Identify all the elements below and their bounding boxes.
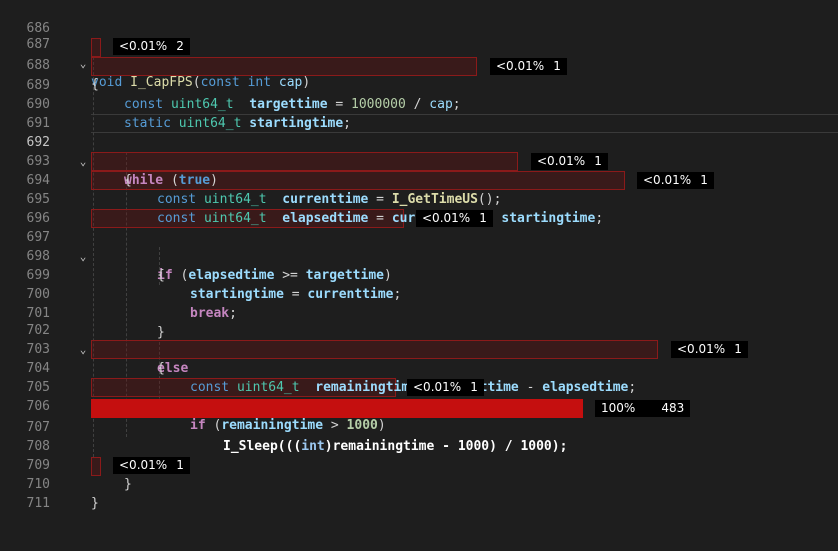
code-line: 708 } [0, 418, 838, 473]
code-line: 694 const uint64_t currenttime = I_GetTi… [0, 152, 838, 207]
hit-badge-695: <0.01% 1 [637, 172, 714, 189]
code-line: 711 [0, 475, 838, 511]
hit-badge-694: <0.01% 1 [531, 153, 608, 170]
code-line: 699 startingtime = currenttime; [0, 247, 838, 302]
hit-badge-697: <0.01% 1 [416, 210, 493, 227]
code-editor[interactable]: 686 687 ⌄ void I_CapFPS(const int cap) 6… [0, 0, 838, 511]
code-line: 710 } <0.01% 1 [0, 456, 838, 511]
code-line: 687 ⌄ void I_CapFPS(const int cap) [0, 16, 838, 90]
code-line: 689 const uint64_t targettime = 1000000 … [0, 57, 838, 112]
code-line: 690 static uint64_t startingtime; [0, 76, 838, 131]
code-line: 704 const uint64_t remainingtime = targe… [0, 340, 838, 395]
hit-badge-689: <0.01% 1 [490, 58, 567, 75]
code-line: 702 ⌄ else [0, 302, 838, 376]
code-line: 703 { [0, 321, 838, 376]
code-line: 700 break; [0, 266, 838, 321]
hit-badge-710: <0.01% 1 [113, 457, 190, 474]
code-line: 695 const uint64_t elapsedtime = current… [0, 171, 838, 226]
code-line: 706 if (remainingtime > 1000) <0.01% 1 [0, 378, 838, 433]
code-line: 705 [0, 359, 838, 395]
code-line: 693 { [0, 133, 838, 188]
code-line-hot: 707 I_Sleep(((int)remainingtime - 1000) … [0, 399, 838, 454]
code-line: 688 { <0.01% 2 [0, 37, 838, 92]
code-line: 709 } [0, 437, 838, 492]
code-line: 698 { [0, 228, 838, 283]
line-number: 711 [26, 496, 50, 511]
hit-badge-706: <0.01% 1 [407, 379, 484, 396]
hit-badge-704: <0.01% 1 [671, 341, 748, 358]
code-line: 696 [0, 190, 838, 226]
code-line: 691 [0, 95, 838, 131]
hit-badge-707: 100% 483 [595, 400, 691, 417]
hit-badge-688: <0.01% 2 [113, 38, 190, 55]
code-line: 692 ⌄ while (true) [0, 114, 838, 188]
code-line: 697 ⌄ if (elapsedtime >= targettime) <0.… [0, 209, 838, 283]
